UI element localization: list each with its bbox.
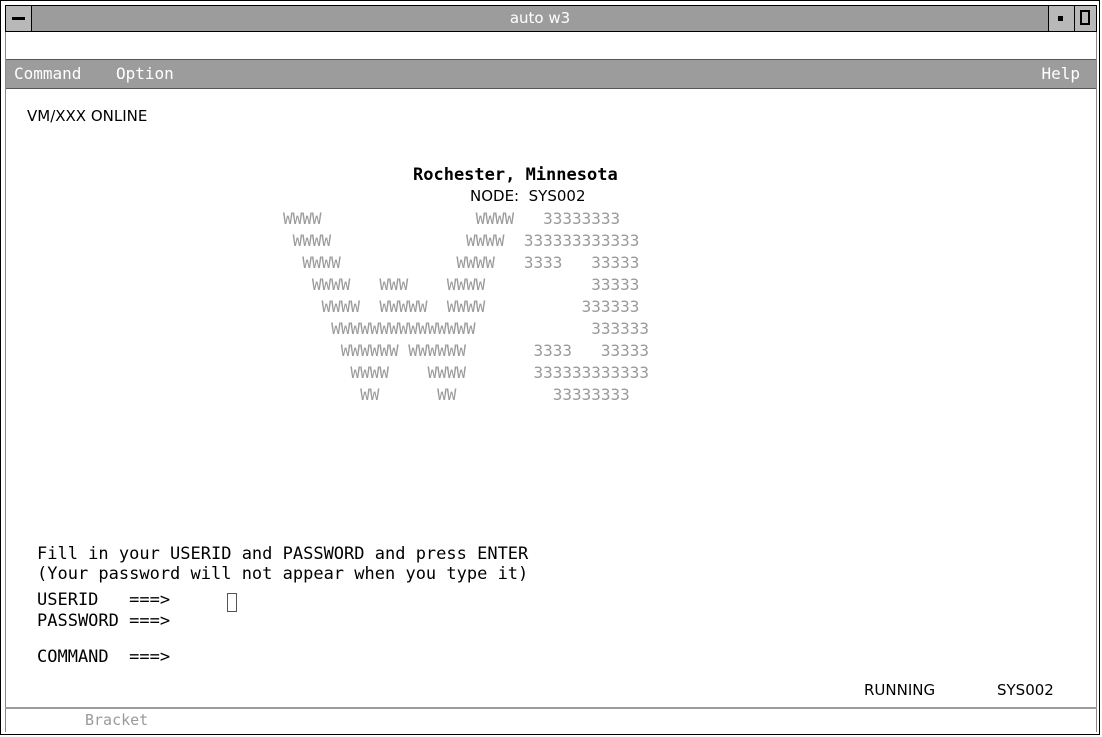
menu-option[interactable]: Option: [116, 60, 174, 88]
logo-line: WWWW WWWW 33333333: [283, 209, 621, 228]
terminal-window: auto w3 Command Option Help VM/XXX ONLIN…: [0, 0, 1100, 735]
node-label: NODE: SYS002: [470, 187, 586, 205]
frame-border-left: [5, 32, 6, 732]
logo-line: WW WW 33333333: [283, 385, 630, 404]
title-bar[interactable]: auto w3: [5, 5, 1097, 32]
userid-label: USERID ===>: [37, 590, 171, 610]
logo-line: WWWW WWWWW WWWW 333333: [283, 297, 640, 316]
status-bar: Bracket: [5, 707, 1097, 732]
instruction-line-1: Fill in your USERID and PASSWORD and pre…: [37, 544, 529, 564]
run-status: RUNNING: [864, 681, 936, 699]
logo-line: WWWWWW WWWWWW 3333 33333: [283, 341, 650, 360]
logo-line: WWWW WWWW 333333333333: [283, 363, 650, 382]
password-label: PASSWORD ===>: [37, 611, 171, 631]
frame-border-right: [1096, 32, 1097, 732]
instruction-line-2: (Your password will not appear when you …: [37, 564, 529, 584]
minimize-icon: [1058, 16, 1063, 21]
maximize-icon: [1080, 10, 1090, 25]
terminal-screen[interactable]: VM/XXX ONLINE Rochester, Minnesota NODE:…: [7, 91, 1095, 707]
menu-bar: Command Option Help: [5, 59, 1097, 89]
window-menu-button[interactable]: [6, 6, 32, 31]
system-id: SYS002: [997, 681, 1054, 699]
window-title: auto w3: [509, 9, 571, 27]
menu-help[interactable]: Help: [1041, 60, 1080, 88]
system-header: VM/XXX ONLINE: [27, 107, 148, 125]
status-bar-text: Bracket: [85, 711, 149, 729]
logo-line: WWWWWWWWWWWWWWW 333333: [283, 319, 650, 338]
location-title: Rochester, Minnesota: [413, 165, 618, 185]
window-menu-icon: [12, 17, 25, 20]
logo-line: WWWW WWWW 3333 33333: [283, 253, 640, 272]
logo-line: WWWW WWWW 333333333333: [283, 231, 640, 250]
text-cursor: [227, 593, 237, 612]
minimize-button[interactable]: [1048, 6, 1074, 31]
maximize-button[interactable]: [1074, 6, 1096, 31]
command-label: COMMAND ===>: [37, 647, 171, 667]
logo-line: WWWW WWW WWWW 33333: [283, 275, 640, 294]
menu-command[interactable]: Command: [14, 60, 81, 88]
